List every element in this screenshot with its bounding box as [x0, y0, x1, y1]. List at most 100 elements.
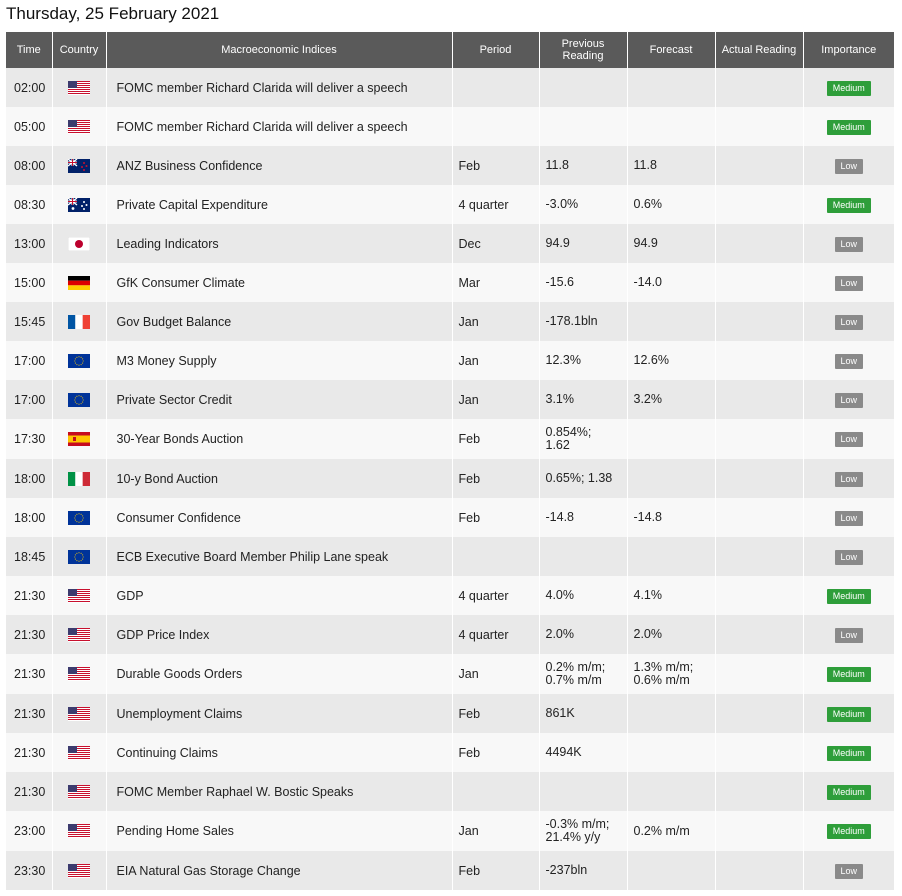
- cell-indicator: GDP: [106, 576, 453, 615]
- cell-forecast: -14.8: [627, 498, 716, 537]
- importance-badge: Low: [834, 314, 863, 330]
- cell-country: [52, 185, 107, 224]
- cell-indicator: M3 Money Supply: [106, 341, 453, 380]
- cell-period: Dec: [452, 224, 540, 263]
- importance-badge: Low: [834, 392, 863, 408]
- cell-period: Jan: [452, 811, 540, 851]
- cell-indicator: 10-y Bond Auction: [106, 459, 453, 498]
- table-row: 21:30 FOMC Member Raphael W. Bostic Spea…: [6, 772, 894, 811]
- cell-indicator: FOMC member Richard Clarida will deliver…: [106, 107, 453, 146]
- cell-time: 15:00: [6, 263, 53, 302]
- importance-badge: Low: [834, 549, 863, 565]
- cell-country: [52, 851, 107, 890]
- us-flag-icon: [68, 863, 90, 878]
- cell-country: [52, 341, 107, 380]
- cell-previous: 11.8: [539, 146, 628, 185]
- column-header-period: Period: [452, 32, 540, 68]
- cell-importance: Low: [803, 498, 894, 537]
- cell-country: [52, 459, 107, 498]
- table-row: 02:00 FOMC member Richard Clarida will d…: [6, 68, 894, 107]
- importance-badge: Medium: [826, 119, 871, 135]
- cell-importance: Medium: [803, 185, 894, 224]
- us-flag-icon: [68, 824, 90, 839]
- cell-period: Mar: [452, 263, 540, 302]
- cell-previous: 4.0%: [539, 576, 628, 615]
- cell-actual: [715, 341, 804, 380]
- table-row: 17:00 Private Sector Credit Jan 3.1% 3.2…: [6, 380, 894, 419]
- cell-country: [52, 811, 107, 851]
- cell-forecast: [627, 733, 716, 772]
- cell-indicator: FOMC member Richard Clarida will deliver…: [106, 68, 453, 107]
- table-row: 21:30 Durable Goods Orders Jan 0.2% m/m;…: [6, 654, 894, 694]
- column-header-time: Time: [6, 32, 53, 68]
- cell-indicator: Pending Home Sales: [106, 811, 453, 851]
- us-flag-icon: [68, 706, 90, 721]
- cell-period: Feb: [452, 733, 540, 772]
- importance-badge: Medium: [826, 745, 871, 761]
- cell-actual: [715, 419, 804, 459]
- cell-period: [452, 772, 540, 811]
- us-flag-icon: [68, 784, 90, 799]
- cell-actual: [715, 694, 804, 733]
- cell-time: 05:00: [6, 107, 53, 146]
- cell-importance: Low: [803, 419, 894, 459]
- cell-forecast: 11.8: [627, 146, 716, 185]
- cell-forecast: [627, 419, 716, 459]
- cell-importance: Low: [803, 302, 894, 341]
- economic-calendar-table: Time Country Macroeconomic Indices Perio…: [6, 32, 894, 890]
- importance-badge: Low: [834, 158, 863, 174]
- cell-actual: [715, 107, 804, 146]
- cell-forecast: [627, 694, 716, 733]
- importance-badge: Low: [834, 627, 863, 643]
- cell-country: [52, 380, 107, 419]
- table-row: 17:00 M3 Money Supply Jan 12.3% 12.6% Lo…: [6, 341, 894, 380]
- cell-forecast: 12.6%: [627, 341, 716, 380]
- cell-country: [52, 146, 107, 185]
- cell-time: 08:00: [6, 146, 53, 185]
- cell-importance: Low: [803, 380, 894, 419]
- cell-period: Jan: [452, 654, 540, 694]
- cell-time: 18:00: [6, 459, 53, 498]
- cell-period: Jan: [452, 341, 540, 380]
- cell-time: 21:30: [6, 772, 53, 811]
- cell-country: [52, 224, 107, 263]
- cell-actual: [715, 537, 804, 576]
- cell-previous: [539, 772, 628, 811]
- table-row: 15:00 GfK Consumer Climate Mar -15.6 -14…: [6, 263, 894, 302]
- cell-indicator: 30-Year Bonds Auction: [106, 419, 453, 459]
- cell-period: Feb: [452, 459, 540, 498]
- cell-period: Feb: [452, 851, 540, 890]
- cell-importance: Low: [803, 146, 894, 185]
- cell-period: [452, 107, 540, 146]
- importance-badge: Medium: [826, 784, 871, 800]
- cell-time: 08:30: [6, 185, 53, 224]
- importance-badge: Medium: [826, 197, 871, 213]
- cell-actual: [715, 576, 804, 615]
- importance-badge: Medium: [826, 667, 871, 682]
- cell-importance: Medium: [803, 694, 894, 733]
- cell-actual: [715, 380, 804, 419]
- cell-country: [52, 576, 107, 615]
- cell-forecast: 94.9: [627, 224, 716, 263]
- cell-period: Feb: [452, 498, 540, 537]
- cell-previous: -237bln: [539, 851, 628, 890]
- cell-indicator: Private Capital Expenditure: [106, 185, 453, 224]
- cell-actual: [715, 615, 804, 654]
- cell-country: [52, 537, 107, 576]
- cell-actual: [715, 302, 804, 341]
- cell-indicator: ANZ Business Confidence: [106, 146, 453, 185]
- column-header-indices: Macroeconomic Indices: [106, 32, 453, 68]
- cell-time: 17:00: [6, 380, 53, 419]
- cell-time: 21:30: [6, 654, 53, 694]
- cell-indicator: Unemployment Claims: [106, 694, 453, 733]
- cell-country: [52, 772, 107, 811]
- cell-forecast: 2.0%: [627, 615, 716, 654]
- us-flag-icon: [68, 667, 90, 682]
- table-row: 15:45 Gov Budget Balance Jan -178.1bln L…: [6, 302, 894, 341]
- cell-importance: Medium: [803, 811, 894, 851]
- table-row: 21:30 GDP Price Index 4 quarter 2.0% 2.0…: [6, 615, 894, 654]
- cell-forecast: 1.3% m/m; 0.6% m/m: [627, 654, 716, 694]
- cell-indicator: GDP Price Index: [106, 615, 453, 654]
- cell-indicator: Continuing Claims: [106, 733, 453, 772]
- cell-importance: Low: [803, 341, 894, 380]
